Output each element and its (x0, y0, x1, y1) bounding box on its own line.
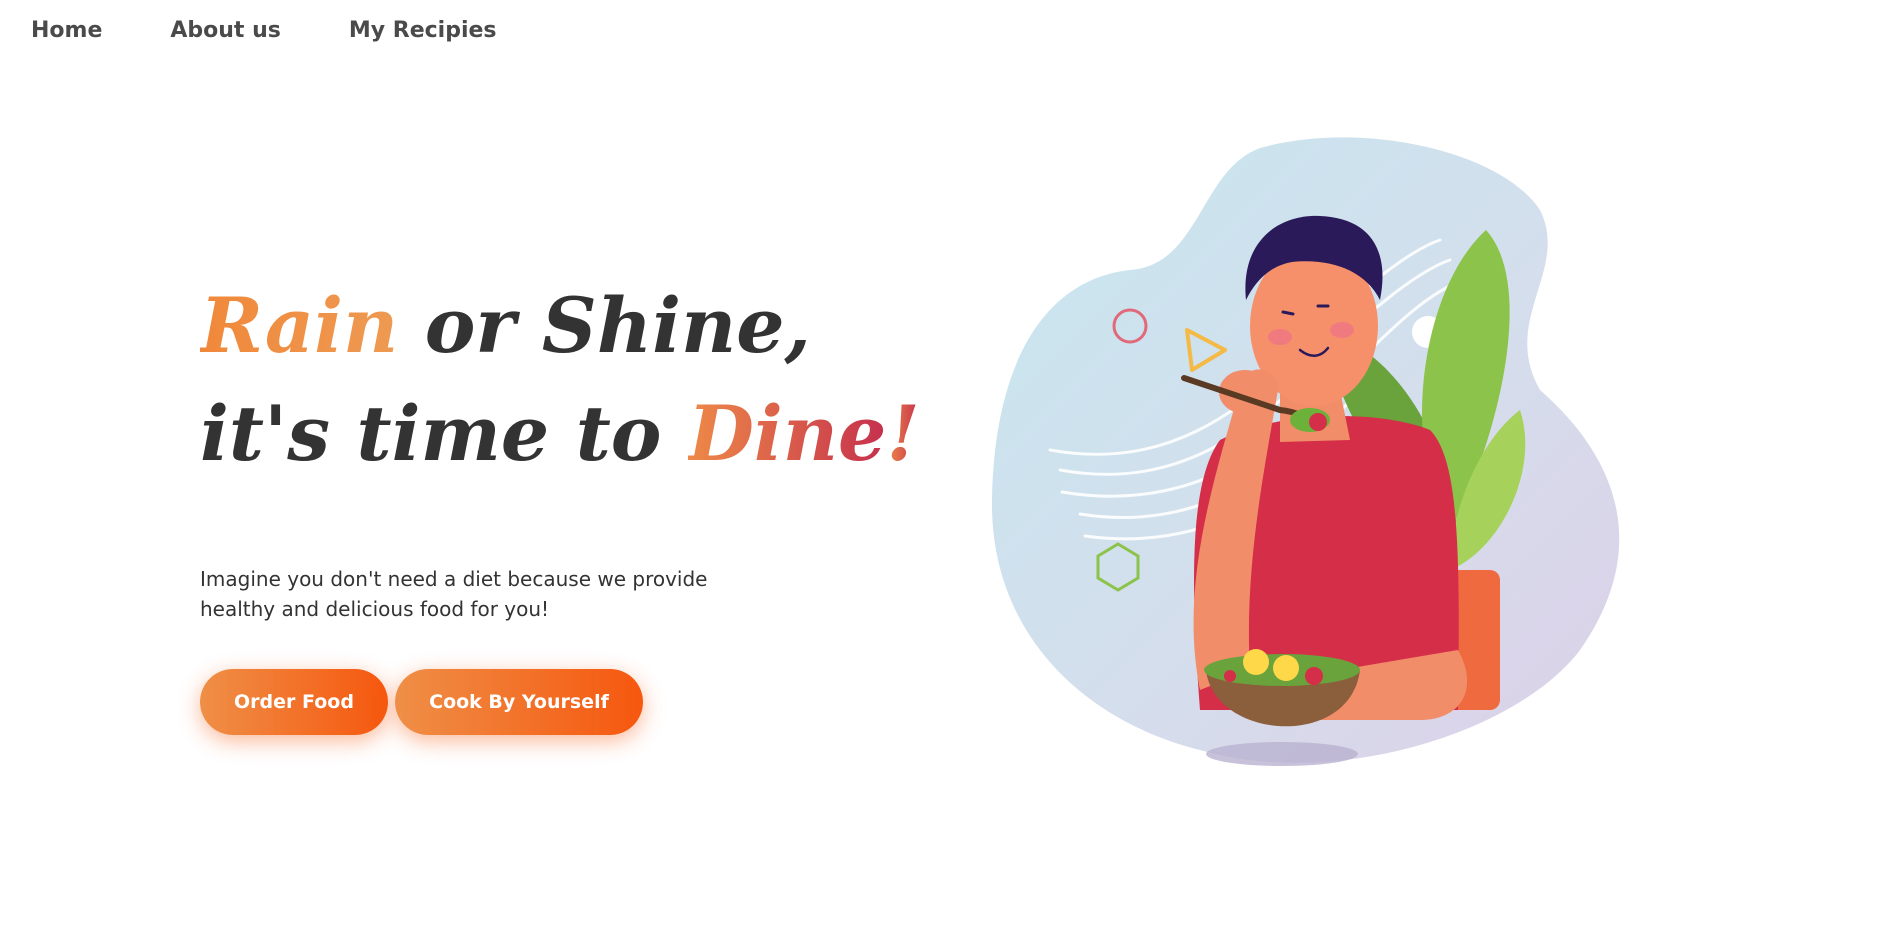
headline-line2-start: it's time to (200, 389, 688, 478)
hero-description: Imagine you don't need a diet because we… (200, 567, 708, 621)
cook-by-yourself-button[interactable]: Cook By Yourself (395, 669, 643, 735)
hero-buttons: Order Food Cook By Yourself (200, 669, 643, 735)
order-food-button[interactable]: Order Food (200, 669, 388, 735)
hero-section: Rain or Shine, it's time to Dine! Imagin… (200, 272, 920, 644)
headline-accent-dine: Dine (687, 389, 887, 478)
nav-recipes-link[interactable]: My Recipies (349, 18, 497, 43)
nav-about-link[interactable]: About us (170, 18, 280, 43)
hero-headline: Rain or Shine, it's time to Dine! (200, 272, 920, 488)
hero-illustration (991, 137, 1620, 766)
headline-accent-rain: Rain (200, 281, 399, 370)
headline-exclamation: ! (886, 389, 920, 478)
top-nav: Home About us My Recipies (31, 18, 497, 43)
headline-line1-rest: or Shine, (398, 281, 812, 370)
nav-home-link[interactable]: Home (31, 18, 102, 43)
